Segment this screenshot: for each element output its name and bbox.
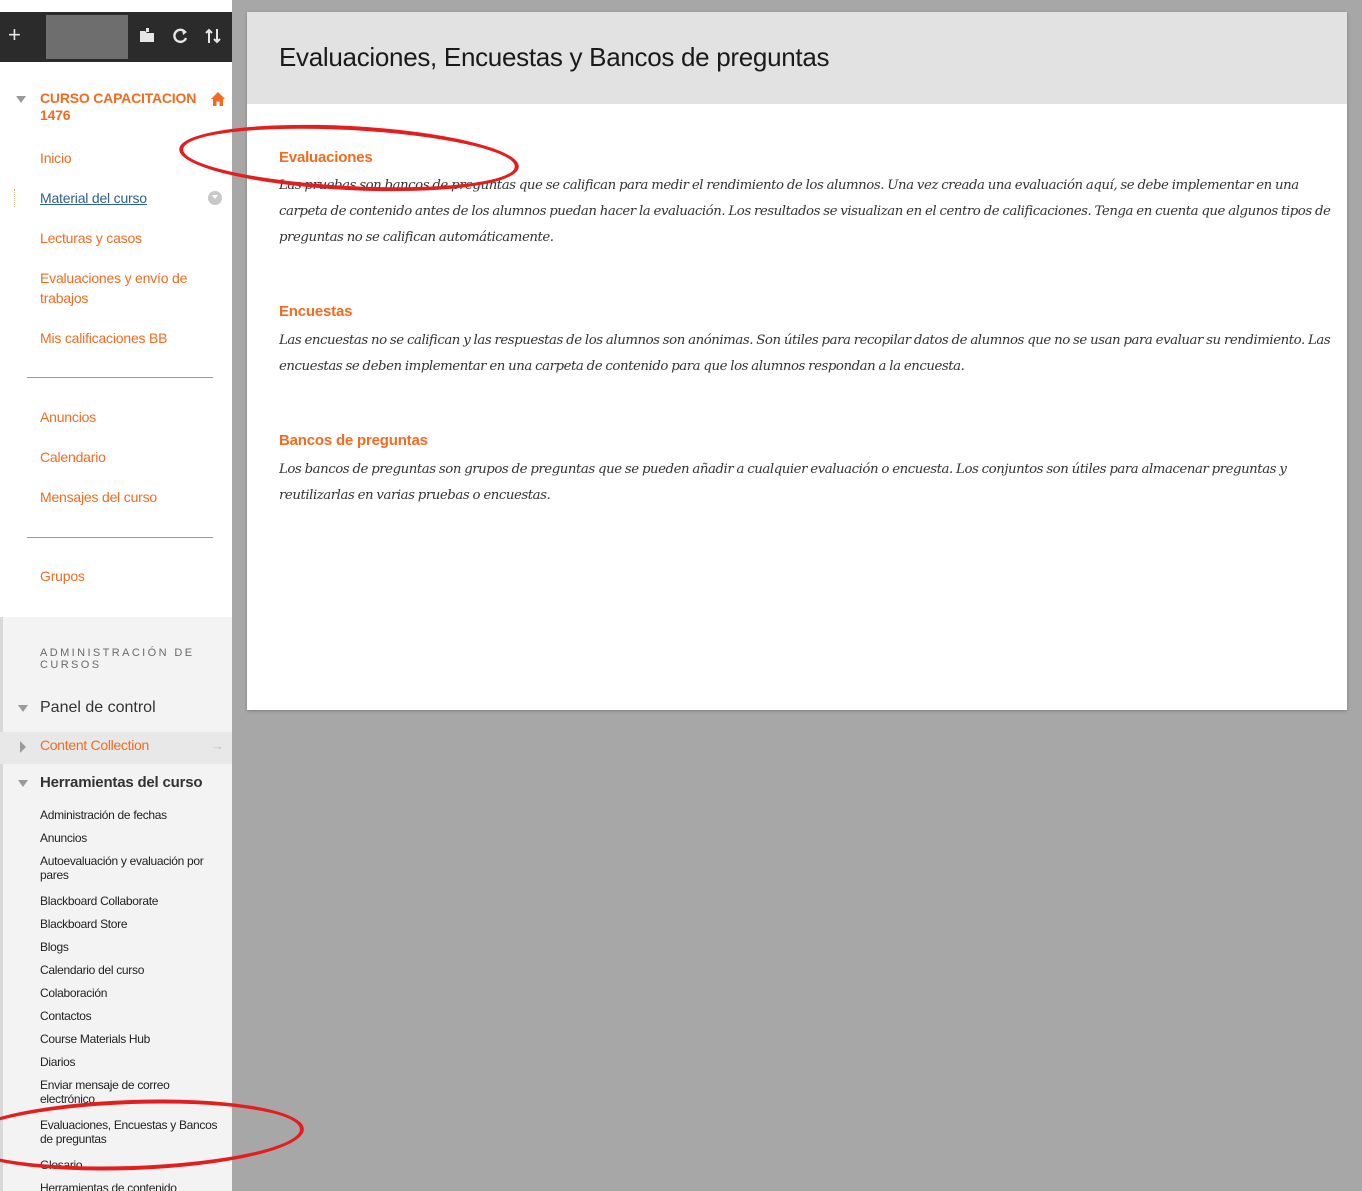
nav-item-inicio[interactable]: Inicio (40, 148, 72, 168)
course-management-panel: ADMINISTRACIÓN DE CURSOS Panel de contro… (0, 617, 232, 1191)
refresh-icon[interactable] (171, 26, 191, 46)
course-tools-title[interactable]: Herramientas del curso (40, 774, 203, 791)
tool-link[interactable]: Diarios (40, 1055, 225, 1069)
sort-icon[interactable] (203, 26, 223, 46)
tool-link-evaluaciones-encuestas-bancos[interactable]: Evaluaciones, Encuestas y Bancos de preg… (40, 1118, 225, 1146)
collapse-control-panel-icon[interactable] (18, 705, 28, 712)
evaluaciones-link[interactable]: Evaluaciones (279, 149, 373, 166)
collapse-course-icon[interactable] (16, 96, 26, 103)
tool-link[interactable]: Course Materials Hub (40, 1032, 225, 1046)
folder-icon[interactable] (137, 26, 157, 46)
search-field[interactable] (46, 15, 128, 59)
control-panel-title[interactable]: Panel de control (40, 699, 156, 717)
page-title: Evaluaciones, Encuestas y Bancos de preg… (279, 42, 830, 72)
course-management-heading: ADMINISTRACIÓN DE CURSOS (40, 647, 195, 671)
evaluaciones-description: Las pruebas son bancos de preguntas que … (279, 178, 1331, 245)
content-area: Evaluaciones, Encuestas y Bancos de preg… (247, 12, 1347, 710)
tool-link[interactable]: Glosario (40, 1158, 225, 1172)
tool-link[interactable]: Enviar mensaje de correo electrónico (40, 1078, 190, 1106)
item-options-chevron-icon[interactable] (208, 191, 222, 205)
tool-link[interactable]: Administración de fechas (40, 808, 225, 822)
nav-item-mis-calificaciones[interactable]: Mis calificaciones BB (40, 328, 167, 348)
bancos-de-preguntas-link[interactable]: Bancos de preguntas (279, 432, 428, 449)
encuestas-link[interactable]: Encuestas (279, 303, 352, 320)
nav-item-mensajes-del-curso[interactable]: Mensajes del curso (40, 487, 157, 507)
nav-item-material-del-curso[interactable]: Material del curso (40, 188, 147, 208)
tool-link[interactable]: Herramientas de contenido (40, 1181, 225, 1191)
course-menu-toolbar: + (0, 12, 232, 62)
nav-item-calendario[interactable]: Calendario (40, 447, 106, 467)
encuestas-description: Las encuestas no se califican y las resp… (279, 333, 1331, 374)
home-icon[interactable] (210, 91, 226, 107)
content-collection-link[interactable]: Content Collection (40, 737, 149, 753)
expand-content-collection-icon[interactable] (20, 741, 26, 753)
tool-link[interactable]: Colaboración (40, 986, 225, 1000)
course-title[interactable]: CURSO CAPACITACION 1476 (40, 90, 200, 124)
collapse-course-tools-icon[interactable] (18, 780, 28, 787)
tool-link[interactable]: Autoevaluación y evaluación por pares (40, 854, 215, 882)
tool-link[interactable]: Contactos (40, 1009, 225, 1023)
nav-item-anuncios[interactable]: Anuncios (40, 407, 96, 427)
nav-item-evaluaciones-y-envio[interactable]: Evaluaciones y envío de trabajos (40, 268, 205, 308)
tool-link[interactable]: Blackboard Store (40, 917, 225, 931)
tool-link[interactable]: Blogs (40, 940, 225, 954)
add-menu-item-icon[interactable]: + (8, 24, 21, 46)
drag-handle-icon[interactable] (14, 189, 17, 207)
nav-item-grupos[interactable]: Grupos (40, 566, 85, 586)
bancos-de-preguntas-description: Los bancos de preguntas son grupos de pr… (279, 462, 1287, 503)
page-header: Evaluaciones, Encuestas y Bancos de preg… (247, 12, 1347, 104)
nav-divider (27, 377, 213, 378)
tool-link[interactable]: Blackboard Collaborate (40, 894, 225, 908)
nav-item-lecturas-y-casos[interactable]: Lecturas y casos (40, 228, 142, 248)
nav-divider (27, 537, 213, 538)
course-menu-sidebar: + CURSO CAPACITACION 1476 Inicio Materia… (0, 0, 232, 1191)
arrow-right-icon: → (211, 738, 224, 753)
tool-link[interactable]: Calendario del curso (40, 963, 225, 977)
tool-link[interactable]: Anuncios (40, 831, 225, 845)
